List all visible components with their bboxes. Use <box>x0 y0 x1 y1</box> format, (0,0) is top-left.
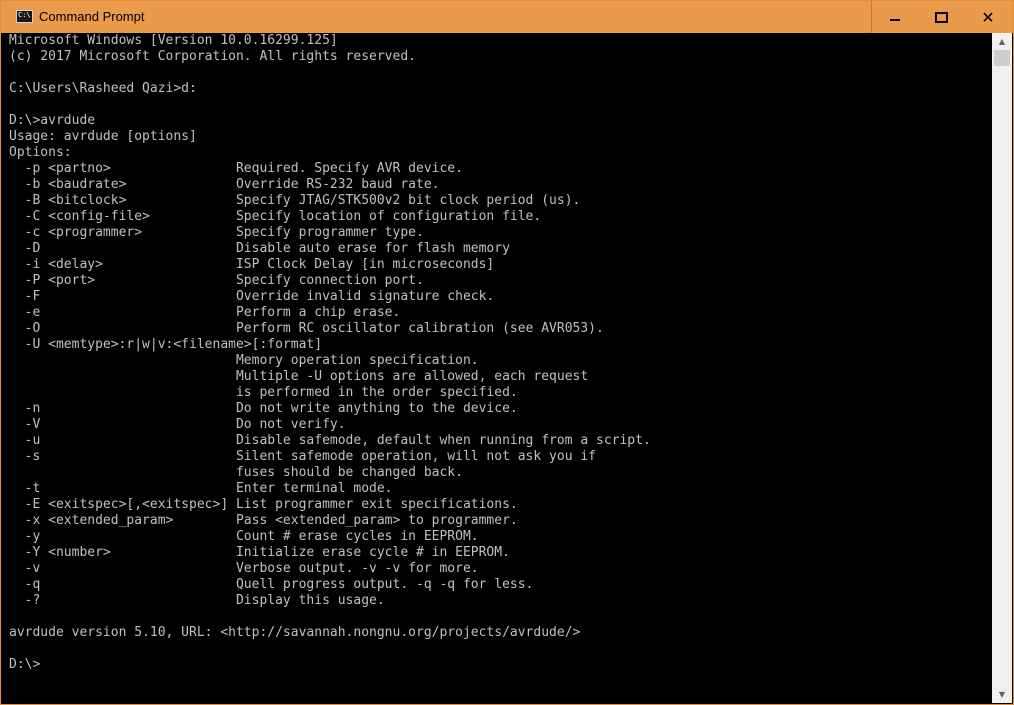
console-line: -D Disable auto erase for flash memory <box>9 241 510 256</box>
maximize-icon <box>934 11 948 23</box>
console-line: -t Enter terminal mode. <box>9 481 393 496</box>
console-line: Memory operation specification. <box>9 353 479 368</box>
close-icon: ✕ <box>981 7 995 27</box>
console-line: (c) 2017 Microsoft Corporation. All righ… <box>9 49 416 64</box>
minimize-icon <box>890 19 900 21</box>
console-line: -n Do not write anything to the device. <box>9 401 518 416</box>
cmd-icon-glyph: C:\ <box>18 11 31 19</box>
console-line: avrdude version 5.10, URL: <http://savan… <box>9 625 581 640</box>
console-line: -p <partno> Required. Specify AVR device… <box>9 161 463 176</box>
console-line: -B <bitclock> Specify JTAG/STK500v2 bit … <box>9 193 581 208</box>
console-line: -x <extended_param> Pass <extended_param… <box>9 513 518 528</box>
console-line: -b <baudrate> Override RS-232 baud rate. <box>9 177 440 192</box>
scroll-down-icon[interactable]: ▼ <box>992 686 1012 703</box>
console-line: C:\Users\Rasheed Qazi>d: <box>9 81 197 96</box>
minimize-button[interactable] <box>871 1 918 33</box>
console-line: -O Perform RC oscillator calibration (se… <box>9 321 604 336</box>
title-bar[interactable]: C:\ Command Prompt ✕ <box>1 1 1013 33</box>
console-line: Options: <box>9 145 72 160</box>
console-line: D:\>avrdude <box>9 113 96 128</box>
console-line: -P <port> Specify connection port. <box>9 273 424 288</box>
console-output[interactable]: Microsoft Windows [Version 10.0.16299.12… <box>2 33 992 703</box>
console-line: -Y <number> Initialize erase cycle # in … <box>9 545 510 560</box>
console-line: -U <memtype>:r|w|v:<filename>[:format] <box>9 337 323 352</box>
console-line: -? Display this usage. <box>9 593 385 608</box>
console-line: Microsoft Windows [Version 10.0.16299.12… <box>9 33 338 48</box>
console-line: -v Verbose output. -v -v for more. <box>9 561 479 576</box>
console-line: Usage: avrdude [options] <box>9 129 197 144</box>
cmd-icon[interactable]: C:\ <box>16 10 33 23</box>
console-line: -c <programmer> Specify programmer type. <box>9 225 424 240</box>
console-line: -u Disable safemode, default when runnin… <box>9 433 651 448</box>
console-line: -E <exitspec>[,<exitspec>] List programm… <box>9 497 518 512</box>
console-line: -q Quell progress output. -q -q for less… <box>9 577 534 592</box>
console-line: -C <config-file> Specify location of con… <box>9 209 542 224</box>
console-text[interactable]: Microsoft Windows [Version 10.0.16299.12… <box>2 33 992 673</box>
command-prompt-window: C:\ Command Prompt ✕ Microsoft Windows [… <box>0 0 1014 705</box>
console-line: -F Override invalid signature check. <box>9 289 495 304</box>
console-line: -V Do not verify. <box>9 417 346 432</box>
console-line: -y Count # erase cycles in EEPROM. <box>9 529 479 544</box>
close-button[interactable]: ✕ <box>965 1 1011 33</box>
vertical-scrollbar[interactable]: ▲ ▼ <box>992 33 1012 703</box>
console-line: Multiple -U options are allowed, each re… <box>9 369 589 384</box>
console-line: is performed in the order specified. <box>9 385 518 400</box>
window-title: Command Prompt <box>39 9 145 24</box>
console-line: fuses should be changed back. <box>9 465 463 480</box>
console-line: -i <delay> ISP Clock Delay [in microseco… <box>9 257 495 272</box>
console-line: -e Perform a chip erase. <box>9 305 401 320</box>
console-line: D:\> <box>9 657 41 672</box>
maximize-button[interactable] <box>918 1 964 33</box>
scrollbar-thumb[interactable] <box>994 50 1010 66</box>
scroll-up-icon[interactable]: ▲ <box>992 33 1012 50</box>
console-line: -s Silent safemode operation, will not a… <box>9 449 596 464</box>
